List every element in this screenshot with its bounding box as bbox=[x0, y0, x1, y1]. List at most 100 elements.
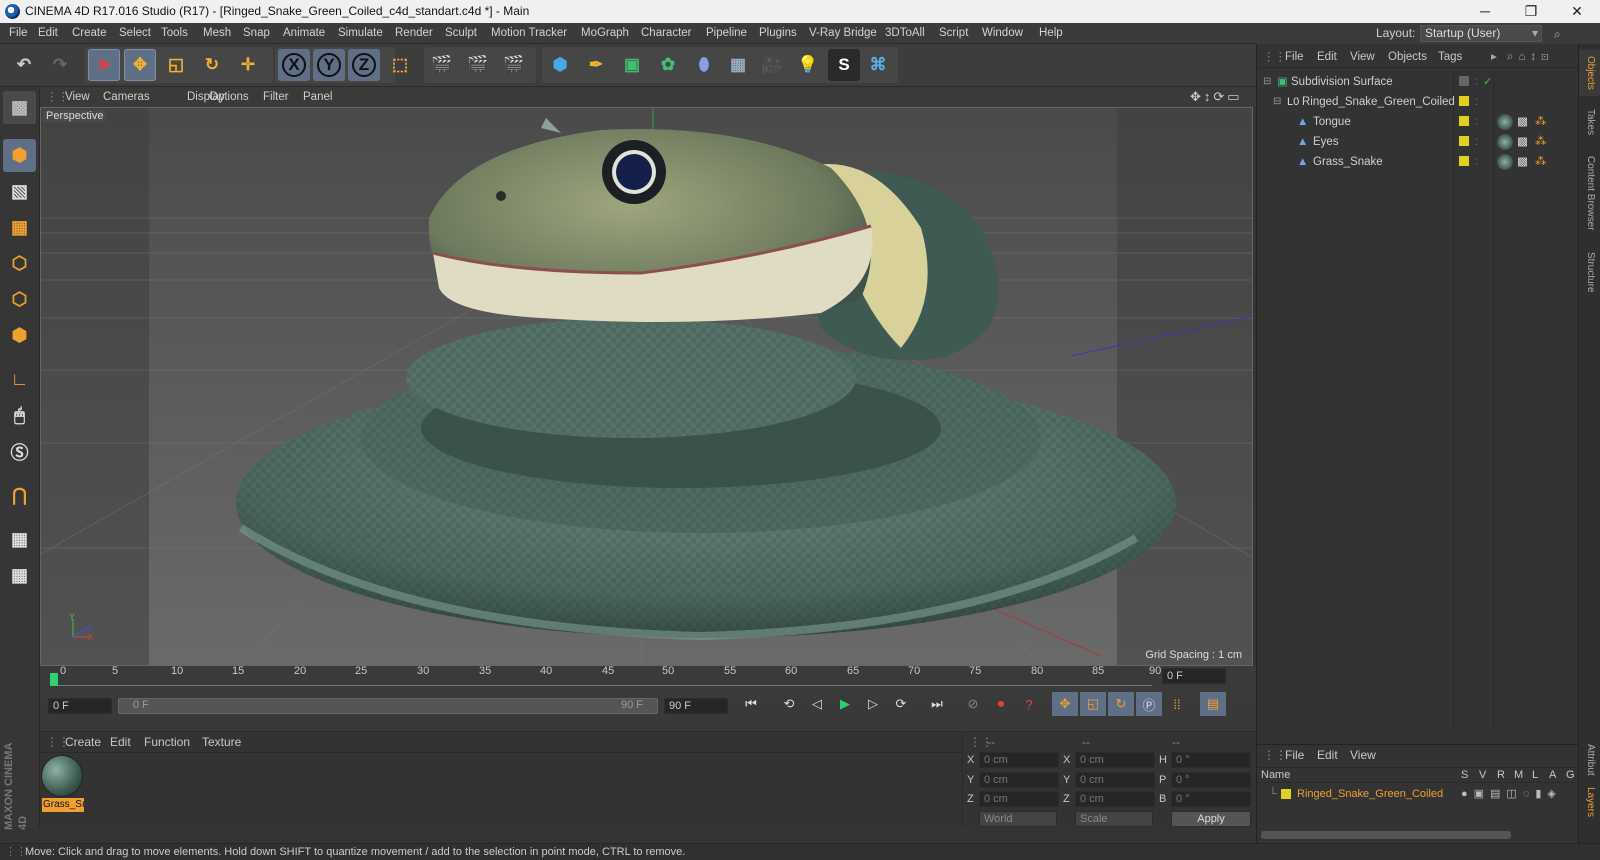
size-x-field[interactable]: 0 cm bbox=[1075, 752, 1155, 768]
texture-tag-icon[interactable]: ▩ bbox=[1517, 112, 1528, 132]
tab-structure[interactable]: Structure bbox=[1579, 244, 1600, 300]
object-row-grass-snake[interactable]: ▲ Grass_Snake ⁚ ▩ ⁂ bbox=[1257, 152, 1579, 172]
menu-window[interactable]: Window bbox=[982, 23, 1023, 44]
om-menu-tags[interactable]: Tags bbox=[1438, 46, 1462, 68]
current-frame-field[interactable]: 0 F bbox=[1162, 668, 1226, 684]
search-icon[interactable]: ⌕ bbox=[1554, 24, 1561, 45]
menu-plugins[interactable]: Plugins bbox=[759, 23, 797, 44]
visibility-dots-icon[interactable]: ⁚ bbox=[1475, 132, 1478, 152]
world-dropdown[interactable]: World bbox=[979, 811, 1057, 827]
autokey-icon[interactable]: ⏺ bbox=[988, 692, 1014, 716]
live-selection-icon[interactable]: ➤ bbox=[88, 49, 120, 81]
om-menu-objects[interactable]: Objects bbox=[1388, 46, 1427, 68]
move-icon[interactable]: ✥ bbox=[124, 49, 156, 81]
layer-toggle-icons[interactable]: ●▣▤◫◌▮◈ bbox=[1461, 785, 1562, 803]
texture-mode-icon[interactable]: ▧ bbox=[3, 175, 36, 208]
minimize-button[interactable]: ─ bbox=[1462, 0, 1508, 23]
maximize-button[interactable]: ❐ bbox=[1508, 0, 1554, 23]
menu-3dtoall[interactable]: 3DToAll bbox=[885, 23, 925, 44]
python-icon[interactable]: ⌘ bbox=[862, 49, 894, 81]
viewport-menu-panel[interactable]: Panel bbox=[303, 87, 332, 107]
key-parameter-icon[interactable]: Ⓟ bbox=[1136, 692, 1162, 716]
viewport-menu-filter[interactable]: Filter bbox=[263, 87, 289, 107]
layer-color-swatch[interactable] bbox=[1459, 96, 1469, 106]
uvw-tag-icon[interactable]: ⁂ bbox=[1535, 152, 1547, 172]
points-mode-icon[interactable]: ⬡ bbox=[3, 247, 36, 280]
layer-color-swatch[interactable] bbox=[1459, 156, 1469, 166]
position-y-field[interactable]: 0 cm bbox=[979, 772, 1059, 788]
material-menu-create[interactable]: Create bbox=[65, 735, 101, 749]
collapse-icon[interactable]: ⊟ bbox=[1273, 92, 1281, 112]
lock-workplane-icon[interactable]: ▦ bbox=[3, 523, 36, 556]
previous-key-icon[interactable]: ⟲ bbox=[776, 692, 802, 716]
viewport-navigation-icons[interactable]: ✥↕⟳▭ bbox=[1190, 87, 1243, 107]
end-frame-field[interactable]: 90 F bbox=[664, 698, 728, 714]
menu-tools[interactable]: Tools bbox=[161, 23, 188, 44]
layer-menu-view[interactable]: View bbox=[1350, 748, 1376, 762]
key-rotation-icon[interactable]: ↻ bbox=[1108, 692, 1134, 716]
y-axis-lock[interactable]: Y bbox=[313, 49, 345, 81]
recent-tool-icon[interactable]: ✛ bbox=[232, 49, 264, 81]
make-editable-icon[interactable]: ▩ bbox=[3, 91, 36, 124]
menu-file[interactable]: File bbox=[9, 23, 28, 44]
material-tag-icon[interactable] bbox=[1497, 154, 1513, 170]
object-row-eyes[interactable]: ▲ Eyes ⁚ ▩ ⁂ bbox=[1257, 132, 1579, 152]
menu-mograph[interactable]: MoGraph bbox=[581, 23, 629, 44]
om-menu-edit[interactable]: Edit bbox=[1317, 46, 1337, 68]
cube-icon[interactable]: ⬢ bbox=[544, 49, 576, 81]
tab-content-browser[interactable]: Content Browser bbox=[1579, 148, 1600, 238]
uvw-tag-icon[interactable]: ⁂ bbox=[1535, 112, 1547, 132]
layer-row[interactable]: └ Ringed_Snake_Green_Coiled ●▣▤◫◌▮◈ bbox=[1257, 785, 1579, 803]
render-picture-viewer-icon[interactable]: 🎬 bbox=[462, 49, 494, 81]
deformer-icon[interactable]: ⬮ bbox=[688, 49, 720, 81]
om-menu-view[interactable]: View bbox=[1350, 46, 1375, 68]
texture-tag-icon[interactable]: ▩ bbox=[1517, 132, 1528, 152]
menu-pipeline[interactable]: Pipeline bbox=[706, 23, 747, 44]
z-axis-lock[interactable]: Z bbox=[348, 49, 380, 81]
checkmark-icon[interactable]: ✓ bbox=[1483, 72, 1492, 92]
play-icon[interactable]: ▶ bbox=[832, 692, 858, 716]
go-to-end-icon[interactable]: ⏭ bbox=[924, 692, 950, 716]
start-frame-field[interactable]: 0 F bbox=[48, 698, 112, 714]
keyframe-selection-icon[interactable]: ? bbox=[1016, 692, 1042, 716]
x-axis-lock[interactable]: X bbox=[278, 49, 310, 81]
visibility-dots-icon[interactable]: ⁚ bbox=[1475, 152, 1478, 172]
apply-button[interactable]: Apply bbox=[1171, 811, 1251, 827]
menu-edit[interactable]: Edit bbox=[38, 23, 58, 44]
viewport-menu-options[interactable]: Options bbox=[209, 87, 249, 107]
menu-render[interactable]: Render bbox=[395, 23, 433, 44]
render-settings-icon[interactable]: 🎬 bbox=[498, 49, 530, 81]
key-scale-icon[interactable]: ◱ bbox=[1080, 692, 1106, 716]
om-toolbar-icons[interactable]: ⌕⌂↕⊡ bbox=[1507, 46, 1553, 68]
tab-attributes[interactable]: Attributes bbox=[1579, 744, 1600, 776]
polygons-mode-icon[interactable]: ⬢ bbox=[3, 319, 36, 352]
scale-dropdown[interactable]: Scale bbox=[1075, 811, 1153, 827]
rotation-p-field[interactable]: 0 ° bbox=[1171, 772, 1251, 788]
layer-color-swatch[interactable] bbox=[1459, 76, 1469, 86]
close-button[interactable]: ✕ bbox=[1554, 0, 1600, 23]
viewport-camera-label[interactable]: Perspective bbox=[43, 110, 107, 122]
horizontal-scrollbar[interactable] bbox=[1261, 831, 1511, 839]
material-menu-function[interactable]: Function bbox=[144, 735, 190, 749]
layer-menu-file[interactable]: File bbox=[1285, 748, 1304, 762]
tab-objects[interactable]: Objects bbox=[1579, 50, 1600, 96]
tweak-mode-icon[interactable]: 🖱 bbox=[3, 399, 36, 432]
record-keys-icon[interactable]: ⊘ bbox=[960, 692, 986, 716]
viewport-menu-cameras[interactable]: Cameras bbox=[103, 87, 150, 107]
render-view-icon[interactable]: 🎬 bbox=[426, 49, 458, 81]
workplane-mode-icon[interactable]: ▦ bbox=[3, 211, 36, 244]
material-menu-texture[interactable]: Texture bbox=[202, 735, 241, 749]
object-row-snake-null[interactable]: ⊟ L0 Ringed_Snake_Green_Coiled ⁚ bbox=[1257, 92, 1579, 112]
vray-icon[interactable]: S bbox=[828, 49, 860, 81]
material-tag-icon[interactable] bbox=[1497, 134, 1513, 150]
next-frame-icon[interactable]: ▷ bbox=[860, 692, 886, 716]
cloner-icon[interactable]: ✿ bbox=[652, 49, 684, 81]
next-key-icon[interactable]: ⟳ bbox=[888, 692, 914, 716]
scale-icon[interactable]: ◱ bbox=[160, 49, 192, 81]
layer-color-swatch[interactable] bbox=[1459, 136, 1469, 146]
go-to-start-icon[interactable]: ⏮ bbox=[738, 692, 764, 716]
undo-icon[interactable]: ↶ bbox=[8, 49, 40, 81]
uvw-tag-icon[interactable]: ⁂ bbox=[1535, 132, 1547, 152]
menu-create[interactable]: Create bbox=[72, 23, 107, 44]
material-menu-edit[interactable]: Edit bbox=[110, 735, 131, 749]
